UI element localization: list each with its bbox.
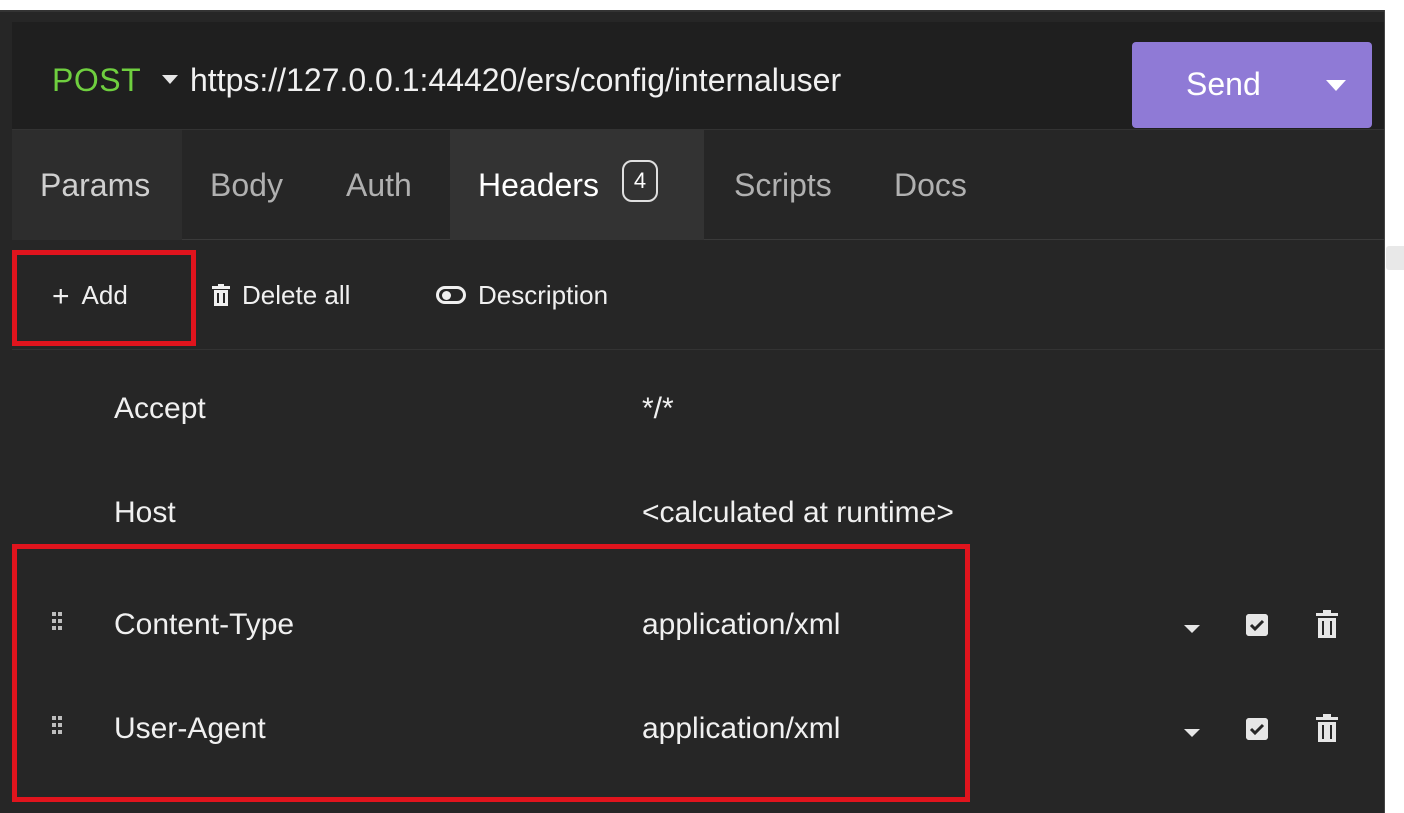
header-row-accept: Accept */* <box>12 356 1384 460</box>
top-strip <box>0 0 1404 10</box>
tab-docs[interactable]: Docs <box>894 130 967 240</box>
send-split-divider <box>1304 42 1305 128</box>
panel-resize-handle[interactable] <box>1386 246 1404 270</box>
right-gutter <box>1384 10 1404 813</box>
delete-all-label: Delete all <box>242 280 351 310</box>
trash-icon <box>212 284 230 307</box>
highlight-box-add <box>12 250 196 346</box>
screenshot-frame: POST https://127.0.0.1:44420/ers/config/… <box>0 0 1404 813</box>
tab-headers[interactable]: Headers 4 <box>450 130 704 240</box>
highlight-box-custom-headers <box>12 544 970 802</box>
chevron-down-icon[interactable] <box>1184 625 1200 633</box>
tab-headers-label: Headers <box>478 167 599 203</box>
method-caret-icon[interactable] <box>162 75 178 84</box>
checkbox-icon[interactable] <box>1246 718 1268 740</box>
send-button[interactable]: Send <box>1132 42 1372 128</box>
url-bar: POST https://127.0.0.1:44420/ers/config/… <box>12 22 1384 130</box>
tab-auth[interactable]: Auth <box>346 130 412 240</box>
chevron-down-icon[interactable] <box>1184 729 1200 737</box>
send-options-chevron-icon[interactable] <box>1326 80 1346 91</box>
description-label: Description <box>478 280 609 310</box>
gutter-divider <box>1384 10 1385 813</box>
trash-icon[interactable] <box>1316 610 1338 638</box>
headers-toolbar: + Add Delete all Description <box>12 240 1384 350</box>
header-name: Accept <box>114 392 206 425</box>
headers-count-badge: 4 <box>622 160 658 202</box>
toggle-icon <box>436 286 466 305</box>
tab-scripts[interactable]: Scripts <box>734 130 832 240</box>
request-tabs: Params Body Auth Headers 4 Scripts Docs <box>12 130 1384 240</box>
delete-all-button[interactable]: Delete all <box>212 240 350 350</box>
description-toggle[interactable]: Description <box>436 240 608 350</box>
header-value: */* <box>642 392 674 425</box>
method-selector[interactable]: POST <box>52 62 141 99</box>
checkbox-icon[interactable] <box>1246 614 1268 636</box>
header-value: <calculated at runtime> <box>642 496 954 529</box>
header-name: Host <box>114 496 176 529</box>
trash-icon[interactable] <box>1316 714 1338 742</box>
url-input[interactable]: https://127.0.0.1:44420/ers/config/inter… <box>190 62 841 99</box>
tab-body[interactable]: Body <box>210 130 283 240</box>
send-label: Send <box>1186 66 1261 102</box>
tab-params[interactable]: Params <box>12 130 182 240</box>
